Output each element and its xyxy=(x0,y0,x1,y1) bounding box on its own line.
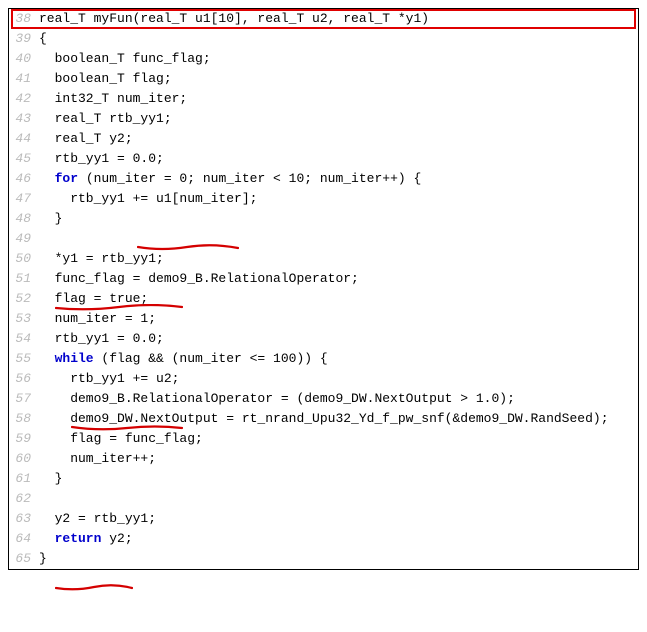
line-number: 38 xyxy=(9,9,39,29)
code-text: boolean_T flag; xyxy=(39,69,638,89)
code-text: demo9_DW.NextOutput = rt_nrand_Upu32_Yd_… xyxy=(39,409,638,429)
code-line-52: 52 flag = true; xyxy=(9,289,638,309)
line-number: 65 xyxy=(9,549,39,569)
code-text: real_T rtb_yy1; xyxy=(39,109,638,129)
code-text: int32_T num_iter; xyxy=(39,89,638,109)
code-line-39: 39 { xyxy=(9,29,638,49)
code-text: *y1 = rtb_yy1; xyxy=(39,249,638,269)
code-line-53: 53 num_iter = 1; xyxy=(9,309,638,329)
code-text: func_flag = demo9_B.RelationalOperator; xyxy=(39,269,638,289)
code-line-42: 42 int32_T num_iter; xyxy=(9,89,638,109)
keyword-return: return xyxy=(39,531,101,546)
code-text: } xyxy=(39,209,638,229)
code-line-65: 65 } xyxy=(9,549,638,569)
line-number: 64 xyxy=(9,529,39,549)
code-text: return y2; xyxy=(39,529,638,549)
code-line-62: 62 xyxy=(9,489,638,509)
line-number: 49 xyxy=(9,229,39,249)
line-number: 50 xyxy=(9,249,39,269)
code-line-57: 57 demo9_B.RelationalOperator = (demo9_D… xyxy=(9,389,638,409)
line-number: 48 xyxy=(9,209,39,229)
keyword-for: for xyxy=(39,171,78,186)
line-number: 42 xyxy=(9,89,39,109)
code-line-60: 60 num_iter++; xyxy=(9,449,638,469)
code-line-54: 54 rtb_yy1 = 0.0; xyxy=(9,329,638,349)
line-number: 58 xyxy=(9,409,39,429)
code-text: rtb_yy1 = 0.0; xyxy=(39,149,638,169)
code-rest: (flag && (num_iter <= 100)) { xyxy=(94,351,328,366)
code-text: while (flag && (num_iter <= 100)) { xyxy=(39,349,638,369)
line-number: 40 xyxy=(9,49,39,69)
line-number: 43 xyxy=(9,109,39,129)
code-line-46: 46 for (num_iter = 0; num_iter < 10; num… xyxy=(9,169,638,189)
code-text: y2 = rtb_yy1; xyxy=(39,509,638,529)
line-number: 54 xyxy=(9,329,39,349)
code-line-58: 58 demo9_DW.NextOutput = rt_nrand_Upu32_… xyxy=(9,409,638,429)
code-rest: (num_iter = 0; num_iter < 10; num_iter++… xyxy=(78,171,421,186)
code-line-44: 44 real_T y2; xyxy=(9,129,638,149)
code-block: 38 real_T myFun(real_T u1[10], real_T u2… xyxy=(8,8,639,570)
line-number: 44 xyxy=(9,129,39,149)
code-line-43: 43 real_T rtb_yy1; xyxy=(9,109,638,129)
code-text: { xyxy=(39,29,638,49)
code-text: real_T myFun(real_T u1[10], real_T u2, r… xyxy=(39,9,638,29)
line-number: 47 xyxy=(9,189,39,209)
line-number: 39 xyxy=(9,29,39,49)
line-number: 55 xyxy=(9,349,39,369)
code-line-64: 64 return y2; xyxy=(9,529,638,549)
line-number: 63 xyxy=(9,509,39,529)
code-text: boolean_T func_flag; xyxy=(39,49,638,69)
code-line-61: 61 } xyxy=(9,469,638,489)
code-text: } xyxy=(39,469,638,489)
line-number: 45 xyxy=(9,149,39,169)
code-line-38: 38 real_T myFun(real_T u1[10], real_T u2… xyxy=(9,9,638,29)
code-text: flag = func_flag; xyxy=(39,429,638,449)
line-number: 41 xyxy=(9,69,39,89)
code-text: for (num_iter = 0; num_iter < 10; num_it… xyxy=(39,169,638,189)
line-number: 56 xyxy=(9,369,39,389)
code-text: num_iter = 1; xyxy=(39,309,638,329)
code-text: demo9_B.RelationalOperator = (demo9_DW.N… xyxy=(39,389,638,409)
line-number: 60 xyxy=(9,449,39,469)
line-number: 53 xyxy=(9,309,39,329)
line-number: 57 xyxy=(9,389,39,409)
code-line-51: 51 func_flag = demo9_B.RelationalOperato… xyxy=(9,269,638,289)
code-line-59: 59 flag = func_flag; xyxy=(9,429,638,449)
code-text: num_iter++; xyxy=(39,449,638,469)
code-line-55: 55 while (flag && (num_iter <= 100)) { xyxy=(9,349,638,369)
code-rest: y2; xyxy=(101,531,132,546)
code-text: rtb_yy1 += u2; xyxy=(39,369,638,389)
line-number: 62 xyxy=(9,489,39,509)
code-line-56: 56 rtb_yy1 += u2; xyxy=(9,369,638,389)
code-line-50: 50 *y1 = rtb_yy1; xyxy=(9,249,638,269)
line-number: 59 xyxy=(9,429,39,449)
code-line-49: 49 xyxy=(9,229,638,249)
line-number: 52 xyxy=(9,289,39,309)
code-line-41: 41 boolean_T flag; xyxy=(9,69,638,89)
keyword-while: while xyxy=(39,351,94,366)
code-line-47: 47 rtb_yy1 += u1[num_iter]; xyxy=(9,189,638,209)
line-number: 61 xyxy=(9,469,39,489)
code-text: rtb_yy1 += u1[num_iter]; xyxy=(39,189,638,209)
code-line-40: 40 boolean_T func_flag; xyxy=(9,49,638,69)
line-number: 46 xyxy=(9,169,39,189)
code-text: flag = true; xyxy=(39,289,638,309)
code-line-45: 45 rtb_yy1 = 0.0; xyxy=(9,149,638,169)
code-text: rtb_yy1 = 0.0; xyxy=(39,329,638,349)
code-text: real_T y2; xyxy=(39,129,638,149)
line-number: 51 xyxy=(9,269,39,289)
code-line-48: 48 } xyxy=(9,209,638,229)
code-text: } xyxy=(39,549,638,569)
code-line-63: 63 y2 = rtb_yy1; xyxy=(9,509,638,529)
